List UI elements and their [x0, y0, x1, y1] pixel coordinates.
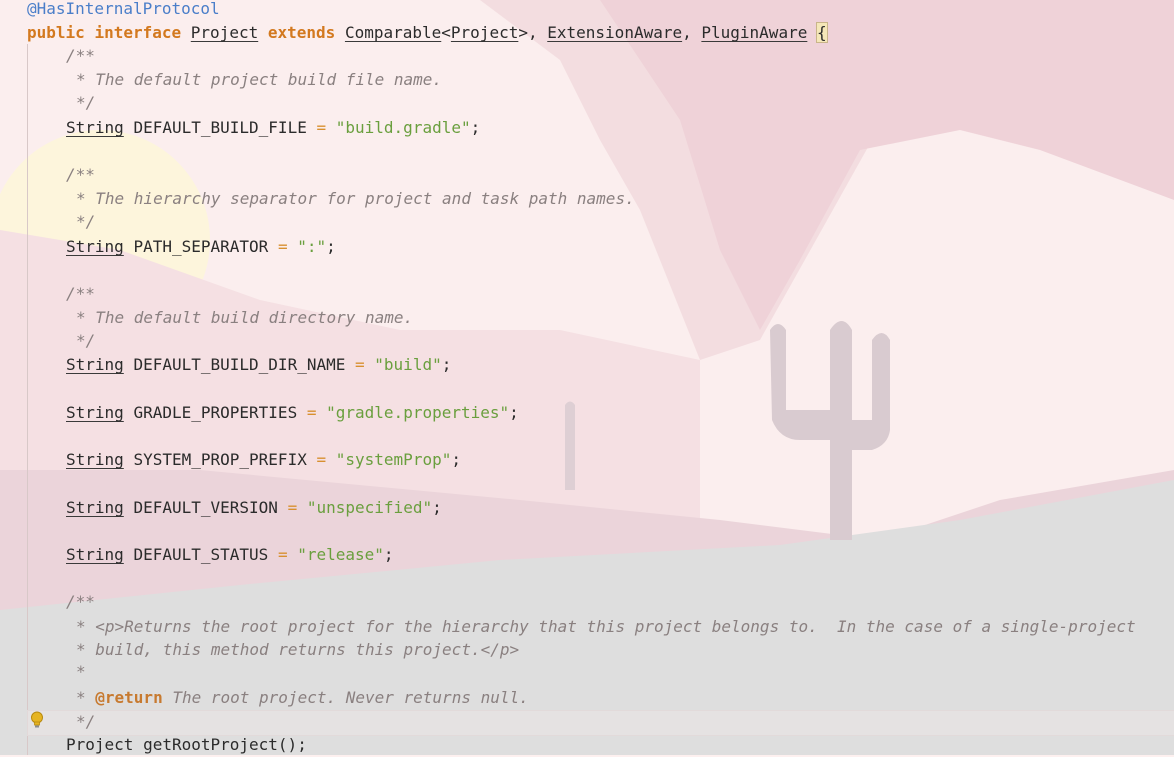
- field-line: String DEFAULT_BUILD_FILE = "build.gradl…: [66, 118, 481, 137]
- field-name: PATH_SEPARATOR: [133, 237, 269, 256]
- comment-open: /**: [66, 284, 95, 303]
- comment-open: /**: [66, 592, 95, 611]
- javadoc-line: * <p>Returns the root project for the hi…: [76, 617, 1136, 636]
- field-line: String DEFAULT_STATUS = "release";: [66, 545, 394, 564]
- string-literal: "build": [374, 355, 442, 374]
- string-literal: "release": [297, 545, 384, 564]
- annotation-line: @HasInternalProtocol: [27, 0, 220, 21]
- comment-line: * The default project build file name.: [76, 70, 443, 89]
- type-string[interactable]: String: [66, 118, 124, 137]
- method-declaration[interactable]: Project getRootProject();: [66, 733, 307, 757]
- string-literal: "build.gradle": [335, 118, 471, 137]
- comment-close: */: [76, 212, 96, 231]
- type-string[interactable]: String: [66, 403, 124, 422]
- type-plugin-aware[interactable]: PluginAware: [701, 23, 807, 42]
- keyword-interface: interface: [94, 23, 182, 42]
- intention-bulb-icon[interactable]: [30, 711, 44, 729]
- keyword-public: public: [27, 23, 85, 42]
- keyword-extends: extends: [267, 23, 336, 42]
- string-literal: "systemProp": [335, 450, 452, 469]
- field-name: DEFAULT_VERSION: [133, 498, 278, 517]
- comment-close: */: [76, 331, 96, 350]
- comment-open: /**: [66, 165, 95, 184]
- javadoc-return-line: * @return The root project. Never return…: [76, 688, 529, 707]
- type-comparable[interactable]: Comparable: [345, 23, 441, 42]
- javadoc-line: *: [76, 662, 86, 681]
- open-brace: {: [816, 22, 828, 43]
- field-line: String DEFAULT_VERSION = "unspecified";: [66, 498, 442, 517]
- field-name: SYSTEM_PROP_PREFIX: [133, 450, 307, 469]
- type-string[interactable]: String: [66, 450, 124, 469]
- comment-line: * The hierarchy separator for project an…: [76, 189, 635, 208]
- comment-open: /**: [66, 46, 95, 65]
- field-name: DEFAULT_BUILD_DIR_NAME: [133, 355, 346, 374]
- field-name: GRADLE_PROPERTIES: [133, 403, 298, 422]
- interface-declaration: public interface Project extends Compara…: [27, 22, 828, 43]
- field-line: String DEFAULT_BUILD_DIR_NAME = "build";: [66, 355, 452, 374]
- annotation: @HasInternalProtocol: [27, 0, 220, 18]
- indent-guide: [27, 44, 28, 755]
- javadoc-return-tag: @return: [95, 688, 163, 707]
- field-line: String SYSTEM_PROP_PREFIX = "systemProp"…: [66, 450, 461, 469]
- code-editor[interactable]: @HasInternalProtocol public interface Pr…: [0, 0, 1174, 755]
- type-string[interactable]: String: [66, 355, 124, 374]
- javadoc-line: * build, this method returns this projec…: [76, 640, 520, 659]
- comment-line: * The default build directory name.: [76, 308, 414, 327]
- string-literal: ":": [297, 237, 327, 256]
- field-line: String GRADLE_PROPERTIES = "gradle.prope…: [66, 403, 519, 422]
- type-string[interactable]: String: [66, 498, 124, 517]
- comment-close: */: [76, 712, 96, 731]
- field-name: DEFAULT_STATUS: [133, 545, 269, 564]
- string-literal: "unspecified": [306, 498, 433, 517]
- type-string[interactable]: String: [66, 545, 124, 564]
- comment-close: */: [76, 93, 96, 112]
- type-extension-aware[interactable]: ExtensionAware: [547, 23, 682, 42]
- interface-name[interactable]: Project: [191, 23, 258, 42]
- field-name: DEFAULT_BUILD_FILE: [133, 118, 307, 137]
- string-literal: "gradle.properties": [326, 403, 510, 422]
- type-string[interactable]: String: [66, 237, 124, 256]
- field-line: String PATH_SEPARATOR = ":";: [66, 237, 336, 256]
- type-generic-project[interactable]: Project: [451, 23, 518, 42]
